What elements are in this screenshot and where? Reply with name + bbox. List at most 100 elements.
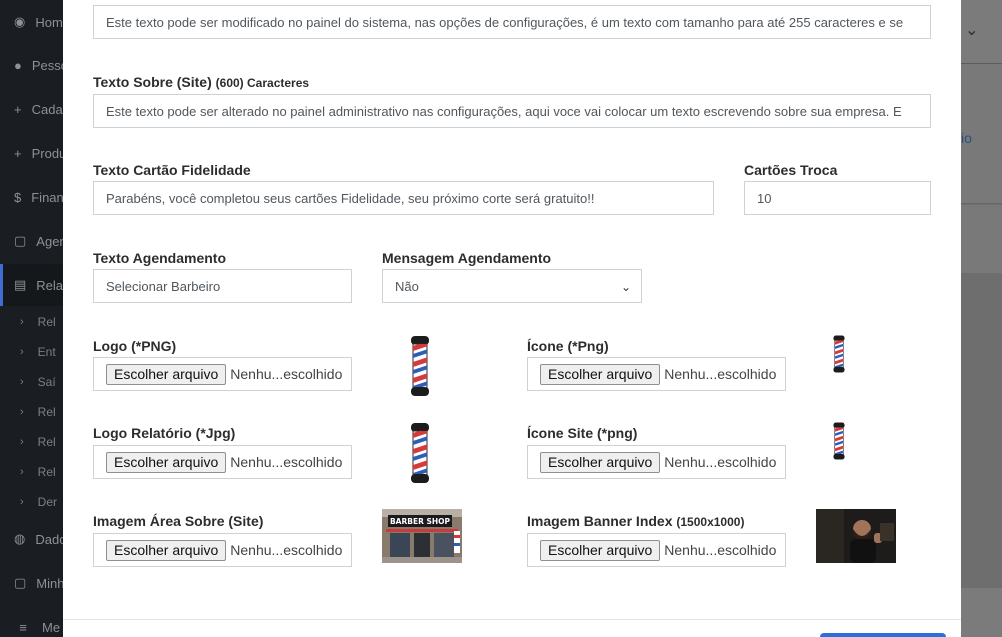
file-status: Nenhu...escolhido xyxy=(664,542,777,558)
sidebar-item-pessoas[interactable]: ● Pessoas xyxy=(0,50,64,80)
sidebar-item-label: Financeiro xyxy=(31,189,64,205)
chevron-right-icon: › xyxy=(20,376,24,388)
file-status: Nenhu...escolhido xyxy=(664,366,777,382)
sidebar-item-dados[interactable]: ◍ Dados xyxy=(0,524,64,554)
chevron-right-icon: › xyxy=(20,436,24,448)
storefront-image: BARBER SHOP xyxy=(382,509,462,563)
texto-cartao-input[interactable]: Parabéns, você completou seus cartões Fi… xyxy=(93,181,714,215)
dollar-icon: $ xyxy=(14,189,22,205)
file-status: Nenhu...escolhido xyxy=(664,454,777,470)
sidebar-subitem-label: Rel xyxy=(37,315,56,329)
choose-file-button[interactable]: Escolher arquivo xyxy=(106,539,227,561)
banner-image xyxy=(816,509,896,563)
sidebar-subitem[interactable]: › Ent xyxy=(0,337,64,367)
modal-footer xyxy=(63,619,961,620)
sidebar-item-me[interactable]: ≡ Me xyxy=(0,612,64,637)
sidebar-item-agendamentos[interactable]: ▢ Agendamentos xyxy=(0,226,64,256)
chevron-right-icon: › xyxy=(20,406,24,418)
sidebar-subitem-label: Rel xyxy=(37,435,56,449)
calendar-icon: ▢ xyxy=(14,233,27,248)
background-text: io xyxy=(961,130,972,146)
sidebar-item-label: Pessoas xyxy=(31,57,64,73)
imagem-banner-label: Imagem Banner Index (1500x1000) xyxy=(527,513,745,529)
mensagem-agendamento-label: Mensagem Agendamento xyxy=(382,250,552,266)
list-icon: ≡ xyxy=(19,619,27,635)
sidebar-item-relatorios[interactable]: ▤ Relatórios xyxy=(0,264,64,306)
file-status: Nenhu...escolhido xyxy=(230,454,343,470)
sidebar-item-minha[interactable]: ▢ Minha xyxy=(0,568,64,598)
plus-icon: + xyxy=(14,101,22,117)
chevron-right-icon: › xyxy=(20,346,24,358)
texto-cartao-label: Texto Cartão Fidelidade xyxy=(93,162,251,178)
save-button[interactable] xyxy=(820,633,946,637)
texto-sobre-site-label: Texto Sobre (Site) (600) Caracteres xyxy=(93,74,310,90)
background-content: ⌄ io xyxy=(961,0,1002,637)
texto-agendamento-input[interactable]: Selecionar Barbeiro xyxy=(93,269,352,303)
logo-relatorio-file-input[interactable]: Escolher arquivo Nenhu...escolhido xyxy=(93,445,352,479)
choose-file-button[interactable]: Escolher arquivo xyxy=(540,363,661,385)
icone-site-label: Ícone Site (*png) xyxy=(527,425,638,441)
chevron-down-icon[interactable]: ⌄ xyxy=(965,20,978,40)
sidebar-item-label: Cadastros xyxy=(31,101,64,117)
sidebar-subitem[interactable]: › Saí xyxy=(0,367,64,397)
sidebar-subitem[interactable]: › Rel xyxy=(0,397,64,427)
icone-site-file-input[interactable]: Escolher arquivo Nenhu...escolhido xyxy=(527,445,786,479)
imagem-sobre-file-input[interactable]: Escolher arquivo Nenhu...escolhido xyxy=(93,533,352,567)
icone-file-input[interactable]: Escolher arquivo Nenhu...escolhido xyxy=(527,357,786,391)
sidebar-subitem[interactable]: › Rel xyxy=(0,427,64,457)
texto-sobre-index-input[interactable]: Este texto pode ser modificado no painel… xyxy=(93,5,931,39)
sidebar-subitem-label: Der xyxy=(37,495,58,509)
choose-file-button[interactable]: Escolher arquivo xyxy=(540,539,661,561)
background-card xyxy=(961,588,1002,637)
imagem-sobre-label: Imagem Área Sobre (Site) xyxy=(93,513,264,529)
storefront-sign-text: BARBER SHOP xyxy=(390,517,451,526)
sidebar-item-financeiro[interactable]: $ Financeiro xyxy=(0,182,64,212)
choose-file-button[interactable]: Escolher arquivo xyxy=(106,363,227,385)
chevron-right-icon: › xyxy=(20,316,24,328)
users-icon: ● xyxy=(14,57,22,73)
dashboard-icon: ◉ xyxy=(14,14,26,29)
cartoes-troca-label: Cartões Troca xyxy=(744,162,838,178)
sidebar-item-label: Minha xyxy=(36,575,64,591)
sidebar-item-label: Me xyxy=(42,619,61,635)
config-modal: Este texto pode ser modificado no painel… xyxy=(63,0,961,637)
logo-file-input[interactable]: Escolher arquivo Nenhu...escolhido xyxy=(93,357,352,391)
chevron-down-icon: ⌄ xyxy=(620,280,631,294)
sidebar-item-label: Produtos xyxy=(31,145,64,161)
sidebar-subitem[interactable]: › Rel xyxy=(0,307,64,337)
logo-relatorio-label: Logo Relatório (*Jpg) xyxy=(93,425,236,441)
chevron-right-icon: › xyxy=(20,466,24,478)
sidebar-subitem-label: Saí xyxy=(37,375,56,389)
sidebar-subitem-label: Ent xyxy=(37,345,56,359)
plus-icon: + xyxy=(14,145,22,161)
file-status: Nenhu...escolhido xyxy=(230,542,343,558)
barber-pole-icon xyxy=(411,423,429,483)
file-status: Nenhu...escolhido xyxy=(230,366,343,382)
sidebar-subitem-label: Rel xyxy=(37,405,56,419)
choose-file-button[interactable]: Escolher arquivo xyxy=(106,451,227,473)
imagem-banner-file-input[interactable]: Escolher arquivo Nenhu...escolhido xyxy=(527,533,786,567)
globe-icon: ◍ xyxy=(14,531,26,546)
sidebar-subitem[interactable]: › Der xyxy=(0,487,64,517)
sidebar-item-label: Home xyxy=(35,14,64,30)
texto-agendamento-label: Texto Agendamento xyxy=(93,250,227,266)
chevron-right-icon: › xyxy=(20,496,24,508)
choose-file-button[interactable]: Escolher arquivo xyxy=(540,451,661,473)
pdf-file-icon: ▤ xyxy=(14,277,27,292)
calendar-icon: ▢ xyxy=(14,575,27,590)
sidebar-item-label: Relatórios xyxy=(36,277,64,293)
sidebar-item-home[interactable]: ◉ Home xyxy=(0,7,64,37)
barber-pole-icon xyxy=(411,336,429,396)
cartoes-troca-input[interactable]: 10 xyxy=(744,181,931,215)
background-card xyxy=(961,205,1002,273)
sidebar-item-produtos[interactable]: + Produtos xyxy=(0,138,64,168)
sidebar: ◉ Home ● Pessoas + Cadastros + Produtos $ Fin… xyxy=(0,0,64,637)
logo-label: Logo (*PNG) xyxy=(93,338,177,354)
sidebar-item-cadastros[interactable]: + Cadastros xyxy=(0,94,64,124)
icone-label: Ícone (*Png) xyxy=(527,338,609,354)
mensagem-agendamento-select[interactable]: Não ⌄ xyxy=(382,269,642,303)
texto-sobre-site-input[interactable]: Este texto pode ser alterado no painel a… xyxy=(93,94,931,128)
sidebar-subitem[interactable]: › Rel xyxy=(0,457,64,487)
sidebar-item-label: Dados xyxy=(35,531,64,547)
barber-pole-icon xyxy=(833,335,845,373)
